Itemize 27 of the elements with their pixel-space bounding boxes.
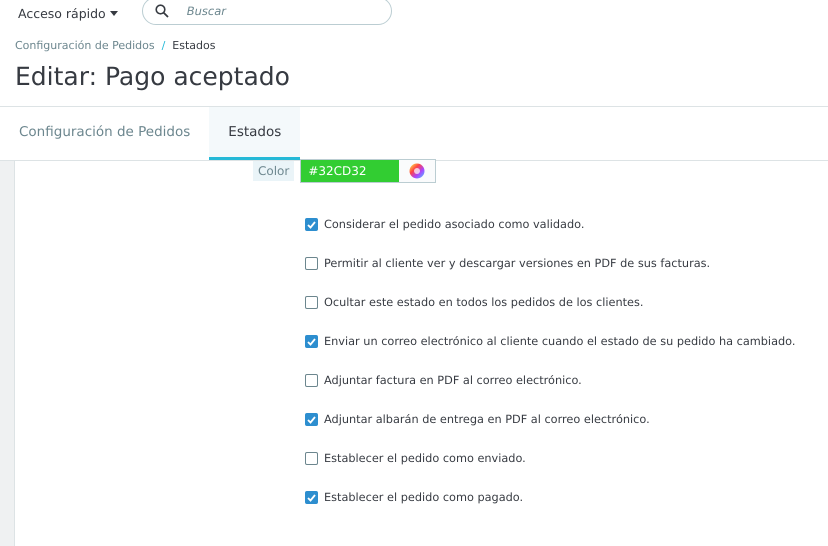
option-label: Considerar el pedido asociado como validado. [324, 218, 584, 231]
breadcrumb-item: Estados [172, 39, 216, 52]
checkbox[interactable] [305, 335, 318, 348]
option-label: Ocultar este estado en todos los pedidos de los clientes. [324, 296, 644, 309]
color-label: Color [253, 161, 294, 181]
option-label: Enviar un correo electrónico al cliente cuando el estado de su pedido ha cambiado. [324, 335, 796, 348]
page-title: Editar: Pago aceptado [15, 62, 291, 93]
tab[interactable]: Configuración de Pedidos [0, 107, 210, 160]
quick-access-menu[interactable]: Acceso rápido [18, 6, 118, 20]
checkbox[interactable] [305, 374, 318, 387]
search-icon [154, 4, 169, 18]
checkbox[interactable] [305, 491, 318, 504]
option-label: Establecer el pedido como pagado. [324, 491, 524, 504]
caret-icon [110, 10, 118, 16]
breadcrumb-separator: / [162, 39, 166, 52]
checkbox[interactable] [305, 257, 318, 270]
option-label: Adjuntar albarán de entrega en PDF al correo electrónico. [324, 413, 650, 426]
search-field[interactable]: Buscar [142, 0, 392, 25]
tab[interactable]: Estados [209, 107, 300, 160]
checkbox[interactable] [305, 413, 318, 426]
checkbox[interactable] [305, 452, 318, 465]
checkbox[interactable] [305, 218, 318, 231]
option-label: Adjuntar factura en PDF al correo electrónico. [324, 374, 582, 387]
breadcrumb-item[interactable]: Configuración de Pedidos [15, 39, 155, 52]
option-label: Permitir al cliente ver y descargar versiones en PDF de sus facturas. [324, 257, 710, 270]
option-label: Establecer el pedido como enviado. [324, 452, 526, 465]
checkbox[interactable] [305, 296, 318, 309]
